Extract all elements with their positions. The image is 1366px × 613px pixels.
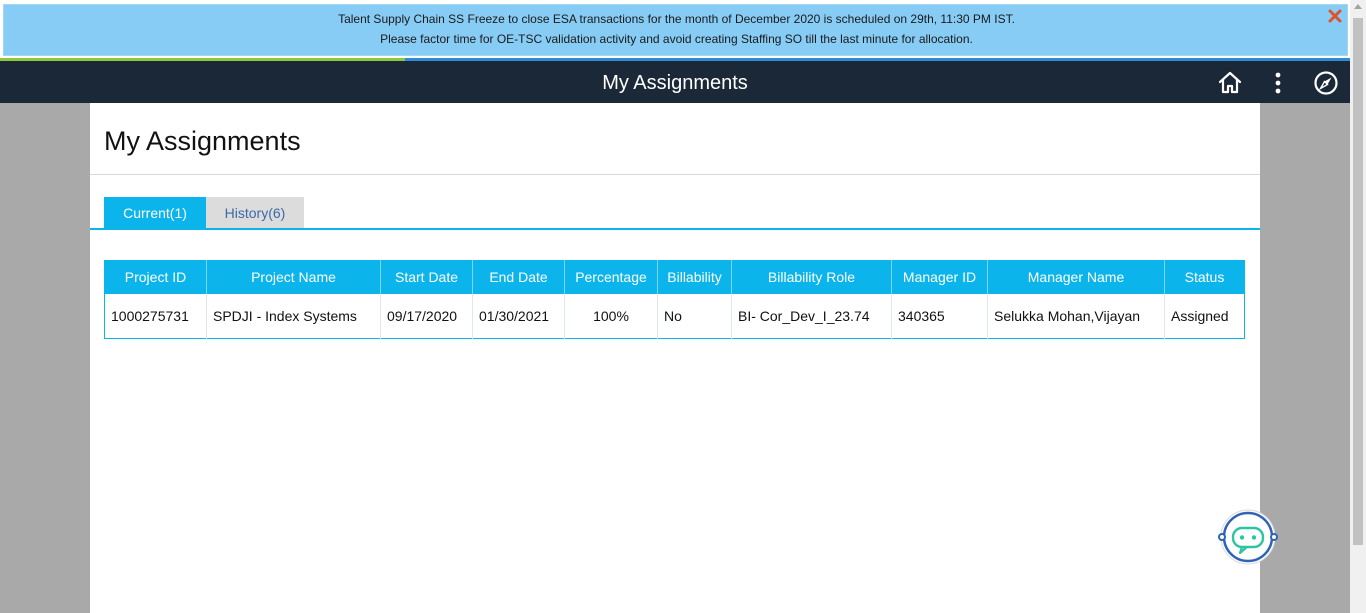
close-x-icon [1328, 9, 1342, 23]
scrollbar-thumb[interactable] [1353, 18, 1363, 545]
cell-project-name: SPDJI - Index Systems [206, 293, 381, 339]
cell-project-id: 1000275731 [104, 293, 207, 339]
actions-menu-button[interactable] [1264, 69, 1292, 97]
header-title: My Assignments [602, 72, 748, 94]
column-header-billability-role[interactable]: Billability Role [731, 260, 892, 294]
cell-billability-role: BI- Cor_Dev_I_23.74 [731, 293, 892, 339]
column-header-project-name[interactable]: Project Name [206, 260, 381, 294]
home-button[interactable] [1216, 69, 1244, 97]
column-header-billability[interactable]: Billability [657, 260, 732, 294]
column-header-status[interactable]: Status [1164, 260, 1245, 294]
home-icon [1218, 71, 1242, 94]
cell-manager-id: 340365 [891, 293, 988, 339]
more-vertical-icon [1275, 72, 1281, 94]
column-header-manager-name[interactable]: Manager Name [987, 260, 1165, 294]
column-header-manager-id[interactable]: Manager ID [891, 260, 988, 294]
tab-history[interactable]: History(6) [206, 197, 304, 229]
notification-area: Talent Supply Chain SS Freeze to close E… [0, 0, 1350, 60]
cell-status: Assigned [1171, 307, 1229, 324]
title-divider [90, 174, 1260, 175]
app-header: My Assignments [0, 61, 1350, 103]
banner-message-line-1: Talent Supply Chain SS Freeze to close E… [338, 12, 1015, 26]
chatbot-icon [1218, 509, 1278, 565]
notification-banner: Talent Supply Chain SS Freeze to close E… [3, 4, 1348, 56]
column-header-percentage[interactable]: Percentage [564, 260, 658, 294]
banner-close-button[interactable] [1327, 8, 1343, 24]
table-row[interactable]: 1000275731 SPDJI - Index Systems 09/17/2… [104, 293, 1245, 339]
table-header-row: Project ID Project Name Start Date End D… [104, 260, 1245, 294]
column-header-end-date[interactable]: End Date [472, 260, 565, 294]
main-content: My Assignments Current(1) History(6) Pro… [90, 103, 1260, 613]
tab-underline [90, 228, 1260, 230]
column-header-project-id[interactable]: Project ID [104, 260, 207, 294]
scroll-up-arrow-icon[interactable] [1354, 4, 1362, 9]
cell-manager-name: Selukka Mohan,Vijayan [987, 293, 1165, 339]
navigator-compass-icon [1314, 71, 1338, 95]
tab-current[interactable]: Current(1) [104, 197, 206, 229]
cell-percentage: 100% [564, 293, 658, 339]
assignments-table: Project ID Project Name Start Date End D… [104, 260, 1245, 339]
cell-end-date: 01/30/2021 [472, 293, 565, 339]
navbar-button[interactable] [1312, 69, 1340, 97]
cell-start-date: 09/17/2020 [380, 293, 473, 339]
page-title: My Assignments [104, 126, 301, 156]
page-scrollbar[interactable] [1350, 0, 1366, 613]
cell-billability: No [657, 293, 732, 339]
chatbot-button[interactable] [1214, 508, 1282, 566]
banner-message-line-2: Please factor time for OE-TSC validation… [380, 32, 973, 46]
column-header-start-date[interactable]: Start Date [380, 260, 473, 294]
